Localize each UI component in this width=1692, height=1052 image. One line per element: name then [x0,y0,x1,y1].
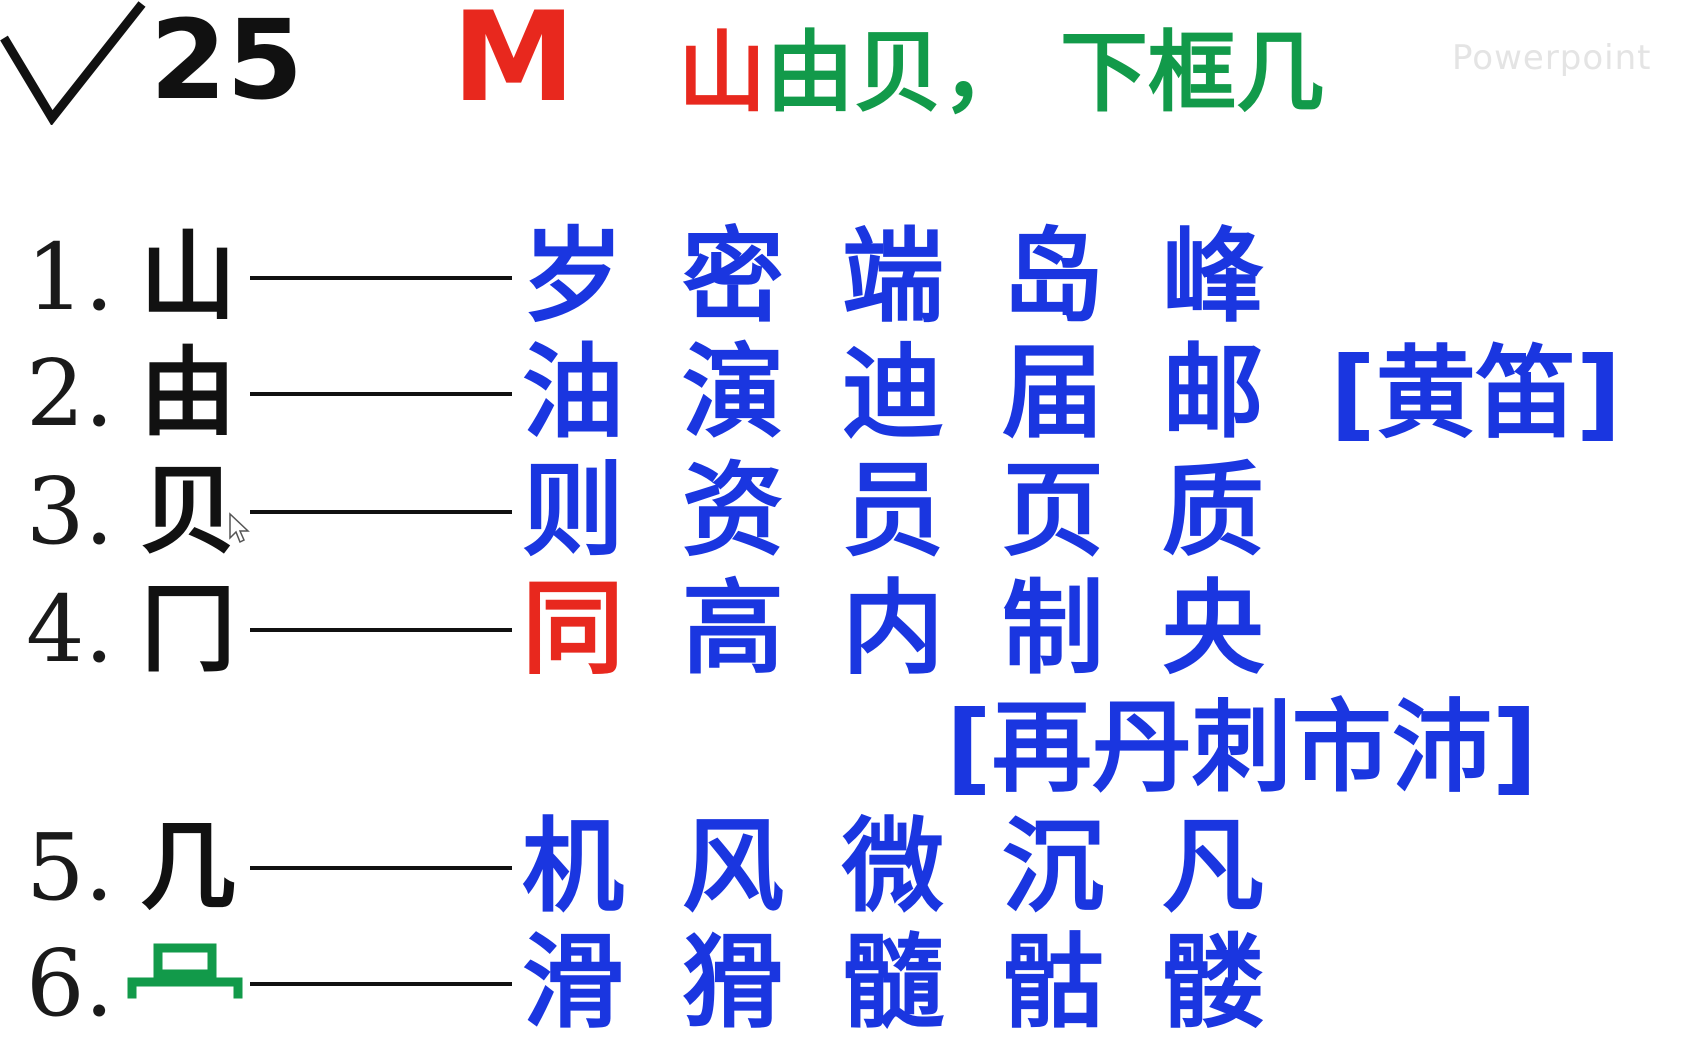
example-char: 迪 [842,334,944,453]
example-characters: 岁密端岛峰 [522,220,1322,335]
mouse-cursor-icon [229,512,250,544]
list-item: 6. 滑猾髓骷髅 [0,926,1692,1041]
example-char: 资 [682,452,784,571]
example-char: 骷 [1002,924,1104,1043]
example-characters: 油演迪届邮 [522,336,1322,451]
row-number: 6. [26,930,114,1037]
example-char: 岁 [522,218,624,337]
example-char: 员 [842,452,944,571]
list-item: 1. 山 岁密端岛峰 [0,220,1692,335]
example-char: 央 [1162,570,1264,689]
example-char: 邮 [1162,334,1264,453]
row-number: 4. [26,576,114,683]
example-char: 演 [682,334,784,453]
example-char: 沉 [1002,808,1104,927]
example-char: 滑 [522,924,624,1043]
dash-line [250,866,512,870]
example-char: 髓 [842,924,944,1043]
example-char: 内 [842,570,944,689]
bone-radical-icon [127,943,243,999]
example-char: 峰 [1162,218,1264,337]
dash-line [250,392,512,396]
radical-list: 1. 山 岁密端岛峰 2. 由 油演迪届邮 [黄笛] 3. 贝 则资员页质 4.… [0,0,1692,1052]
row-radical: 冂 [140,573,236,685]
example-char: 高 [682,570,784,689]
row-number: 5. [26,814,114,921]
example-char: 岛 [1002,218,1104,337]
example-characters: 滑猾髓骷髅 [522,926,1322,1041]
example-char: 髅 [1162,924,1264,1043]
extra-characters: [黄笛] [1330,335,1622,452]
example-characters: 同高内制央 [522,572,1322,687]
row-number: 1. [26,224,114,331]
extra-characters: [再丹刺市沛] [946,689,1538,806]
row-radical: 由 [140,337,236,449]
list-item: 2. 由 油演迪届邮 [黄笛] [0,336,1692,451]
dash-line [250,276,512,280]
example-char-highlighted: 同 [522,570,624,689]
list-item: 3. 贝 则资员页质 [0,454,1692,569]
example-char: 届 [1002,334,1104,453]
example-char: 凡 [1162,808,1264,927]
row-number: 2. [26,340,114,447]
list-item: 4. 冂 同高内制央 [0,572,1692,687]
example-char: 端 [842,218,944,337]
example-char: 油 [522,334,624,453]
example-char: 密 [682,218,784,337]
example-char: 风 [682,808,784,927]
example-characters: 机风微沉凡 [522,810,1322,925]
row-radical: 山 [140,221,236,333]
example-char: 猾 [682,924,784,1043]
row-number: 3. [26,458,114,565]
dash-line [250,982,512,986]
dash-line [250,628,512,632]
list-item: 5. 几 机风微沉凡 [0,810,1692,925]
example-char: 质 [1162,452,1264,571]
row-radical: 几 [140,811,236,923]
dash-line [250,510,512,514]
example-char: 机 [522,808,624,927]
example-char: 微 [842,808,944,927]
list-item-continuation: [再丹刺市沛] [0,690,1692,805]
example-char: 页 [1002,452,1104,571]
example-char: 则 [522,452,624,571]
example-characters: 则资员页质 [522,454,1322,569]
example-char: 制 [1002,570,1104,689]
